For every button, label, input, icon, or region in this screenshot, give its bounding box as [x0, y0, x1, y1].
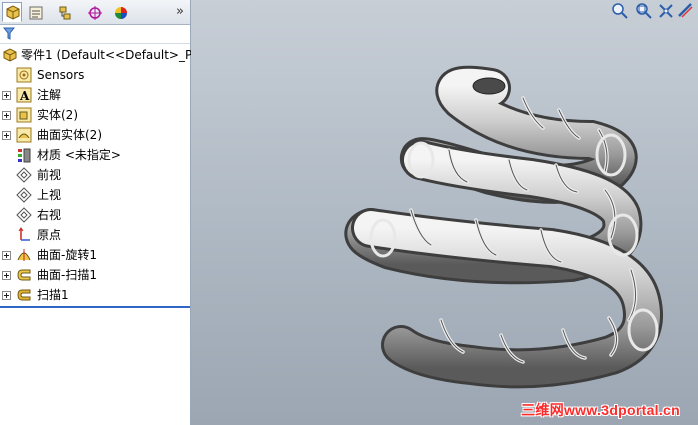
rollback-bar[interactable]	[0, 306, 190, 308]
graphics-viewport[interactable]: 三维网www.3dportal.cn	[191, 0, 698, 425]
tree-item-label: 曲面实体(2)	[37, 128, 102, 142]
configuration-manager-tab[interactable]	[54, 2, 74, 22]
tree-item-label: 原点	[37, 228, 62, 242]
display-manager-tab[interactable]	[110, 2, 130, 22]
surface-sweep-icon	[17, 269, 31, 281]
feature-manager-tab[interactable]	[2, 2, 22, 22]
helical-spring-model[interactable]	[191, 0, 698, 425]
tree-item-label: 曲面-扫描1	[37, 268, 97, 282]
tree-item-label: 上视	[37, 188, 62, 202]
svg-text:A: A	[19, 89, 30, 103]
tree-item-label: 注解	[37, 88, 62, 102]
dim-xpert-tab[interactable]	[84, 2, 104, 22]
display-manager-icon	[115, 7, 127, 19]
tree-item-label: 曲面-旋转1	[37, 248, 97, 262]
plane-icon	[16, 187, 32, 203]
tree-item-label: 扫描1	[37, 288, 69, 302]
property-manager-icon	[29, 6, 43, 20]
sweep-icon	[17, 289, 31, 301]
dimxpert-icon	[88, 6, 102, 20]
plane-icon	[16, 167, 32, 183]
tree-item-label: 右视	[37, 208, 62, 222]
more-tabs-chevron-icon[interactable]: »	[176, 4, 184, 19]
plane-icon	[16, 207, 32, 223]
material-icon	[18, 148, 31, 163]
origin-icon	[18, 227, 30, 241]
expand-plus-icon[interactable]	[2, 111, 11, 120]
part-icon	[3, 48, 17, 62]
expand-plus-icon[interactable]	[2, 291, 11, 300]
sensors-icon	[16, 67, 32, 83]
tree-root-label: 零件1 (Default<<Default>_Ph	[21, 48, 200, 62]
filter-icon[interactable]	[3, 27, 15, 40]
feature-manager-panel: » 零件1 (Default<<Default>_Ph Sensors A 注解…	[0, 0, 200, 425]
tree-item-label: 实体(2)	[37, 108, 78, 122]
solid-bodies-icon	[16, 107, 32, 123]
surface-bodies-icon	[16, 127, 32, 143]
tree-item-label: Sensors	[37, 68, 85, 82]
property-manager-tab[interactable]	[25, 2, 45, 22]
annotations-icon: A	[16, 87, 32, 103]
feature-manager-icon	[6, 5, 20, 20]
tree-item-label: 前视	[37, 168, 62, 182]
panel-tab-bar: »	[0, 0, 190, 25]
surface-revolve-icon	[17, 249, 31, 261]
configuration-manager-icon	[59, 6, 71, 20]
expand-plus-icon[interactable]	[2, 271, 11, 280]
watermark-text: 三维网www.3dportal.cn	[521, 402, 680, 418]
tree-item-label: 材质 <未指定>	[37, 148, 121, 162]
expand-plus-icon[interactable]	[2, 91, 11, 100]
expand-plus-icon[interactable]	[2, 131, 11, 140]
expand-plus-icon[interactable]	[2, 251, 11, 260]
filter-bar[interactable]	[0, 25, 190, 44]
